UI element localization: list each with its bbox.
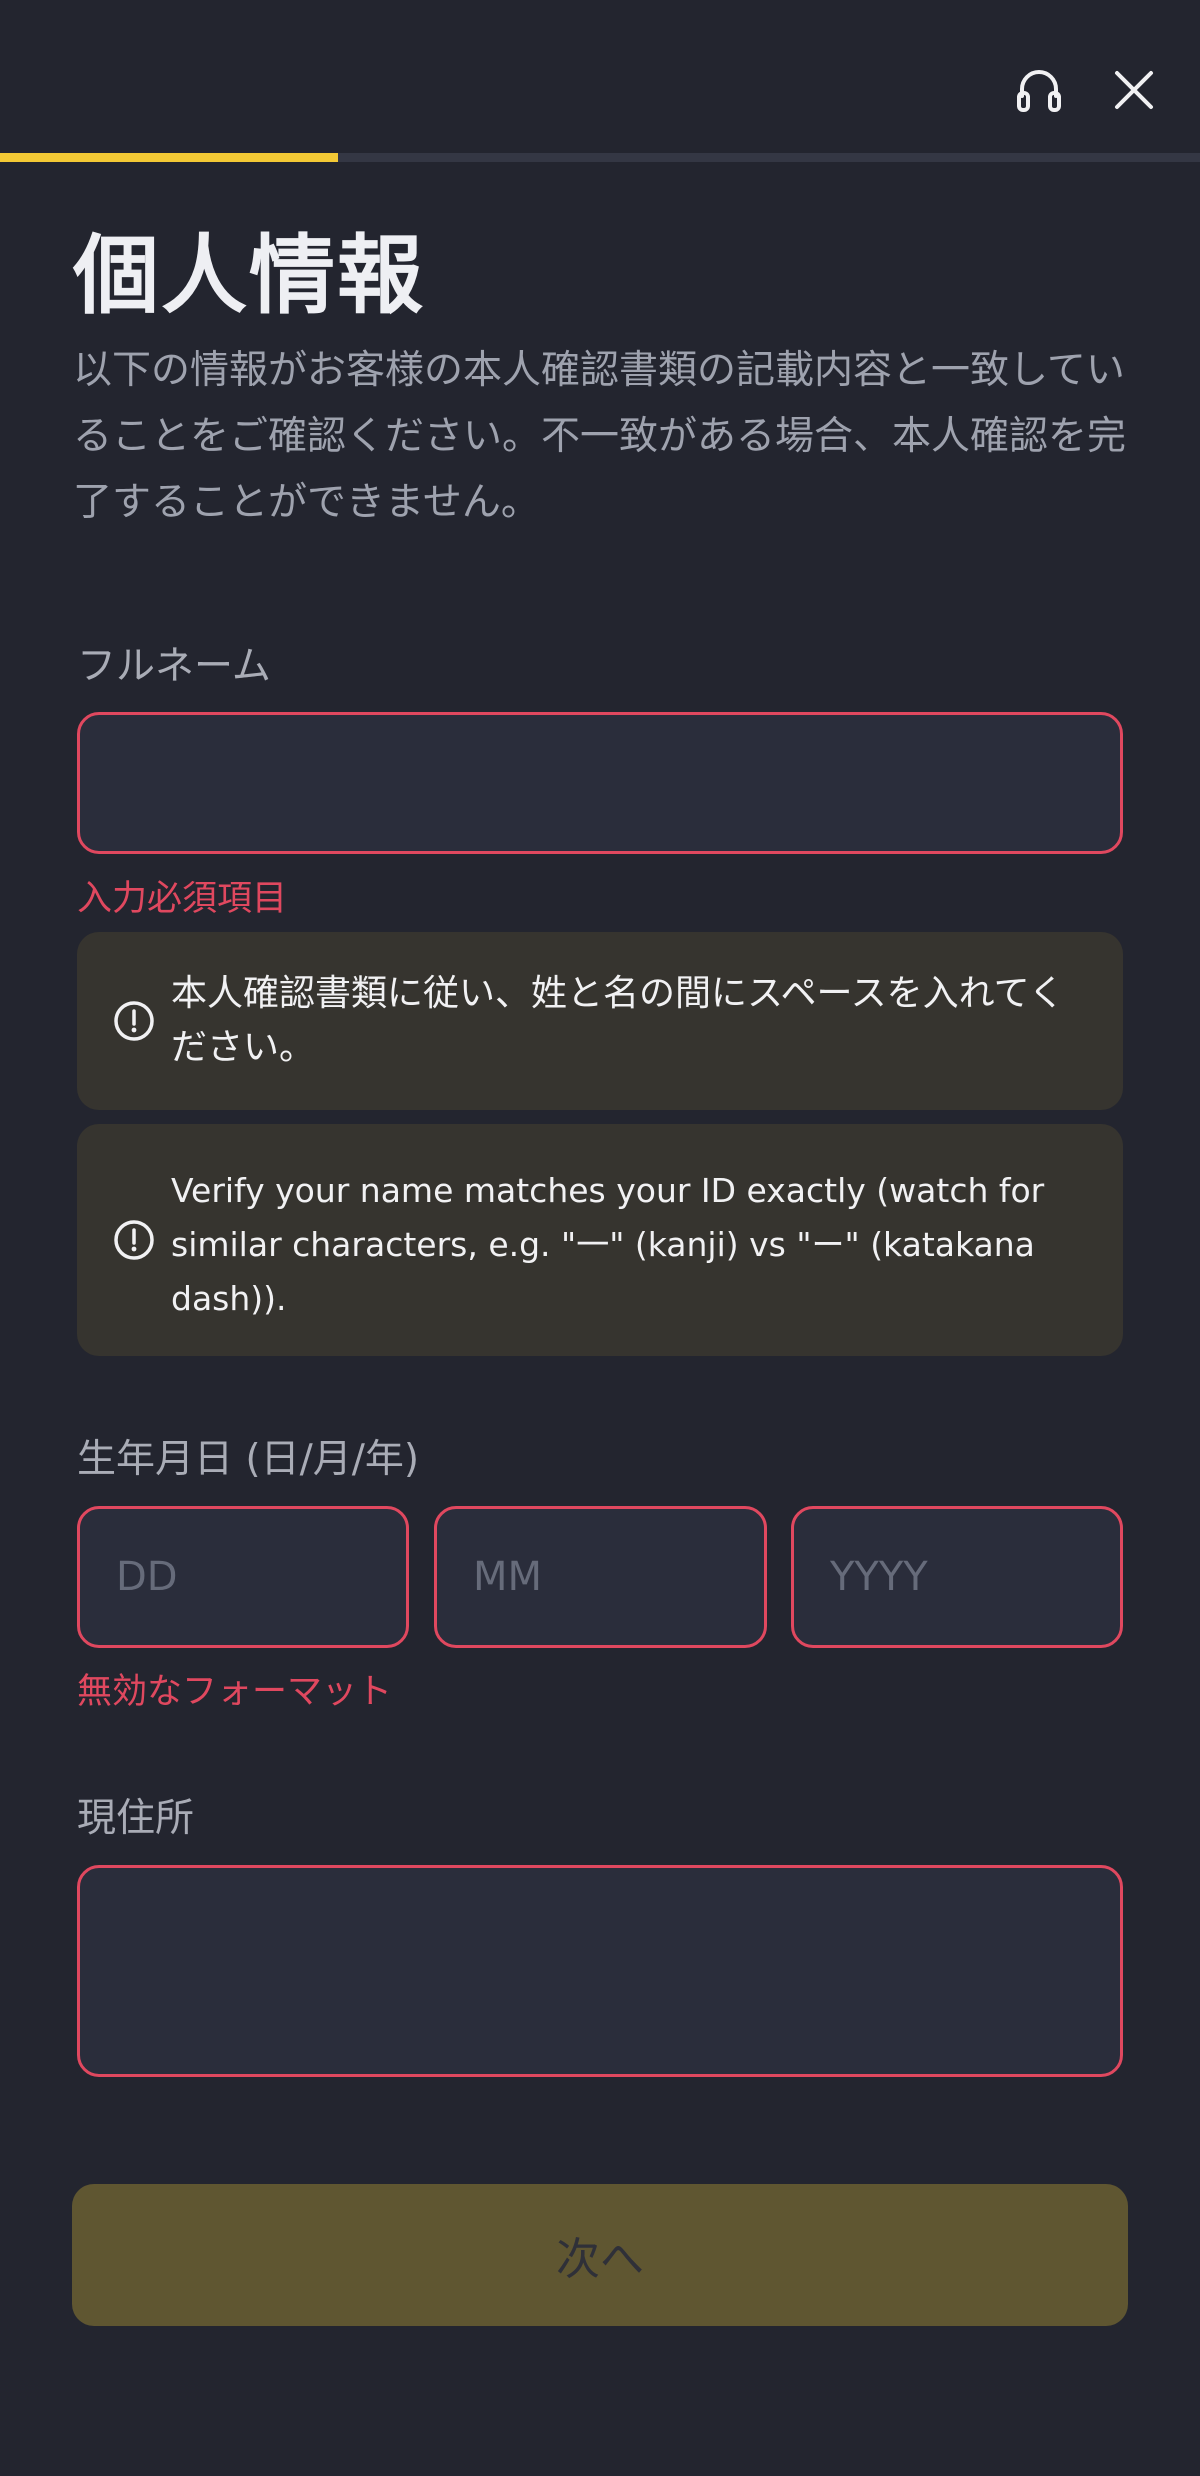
name-match-hint-box: Verify your name matches your ID exactly… (77, 1124, 1123, 1356)
address-label: 現住所 (77, 1796, 195, 1841)
page-title: 個人情報 (73, 226, 425, 326)
dob-error: 無効なフォーマット (77, 1672, 393, 1712)
dob-month-input[interactable] (434, 1506, 767, 1648)
exclamation-circle-icon (114, 1220, 154, 1260)
name-hint-text: 本人確認書類に従い、姓と名の間にスペースを入れてください。 (171, 973, 1065, 1068)
address-input[interactable] (77, 1865, 1123, 2077)
dob-day-input[interactable] (77, 1506, 409, 1648)
next-button[interactable]: 次へ (72, 2184, 1128, 2326)
close-button[interactable] (1106, 62, 1162, 118)
name-hint-box: 本人確認書類に従い、姓と名の間にスペースを入れてください。 (77, 932, 1123, 1110)
close-icon (1115, 71, 1153, 109)
top-bar (0, 0, 1200, 150)
progress-bar (0, 153, 1200, 162)
personal-info-page: 個人情報 以下の情報がお客様の本人確認書類の記載内容と一致していることをご確認く… (0, 0, 1200, 2476)
name-match-hint-text: Verify your name matches your ID exactly… (171, 1171, 1045, 1318)
dob-label: 生年月日 (日/月/年) (77, 1437, 420, 1482)
dob-year-input[interactable] (791, 1506, 1123, 1648)
support-button[interactable] (1011, 62, 1067, 118)
full-name-error: 入力必須項目 (77, 879, 288, 919)
headset-icon (1017, 70, 1061, 112)
progress-fill (0, 153, 339, 162)
page-subtitle: 以下の情報がお客様の本人確認書類の記載内容と一致していることをご確認ください。不… (73, 348, 1127, 525)
exclamation-circle-icon (114, 1001, 154, 1041)
full-name-input[interactable] (77, 712, 1123, 854)
full-name-label: フルネーム (77, 644, 271, 689)
